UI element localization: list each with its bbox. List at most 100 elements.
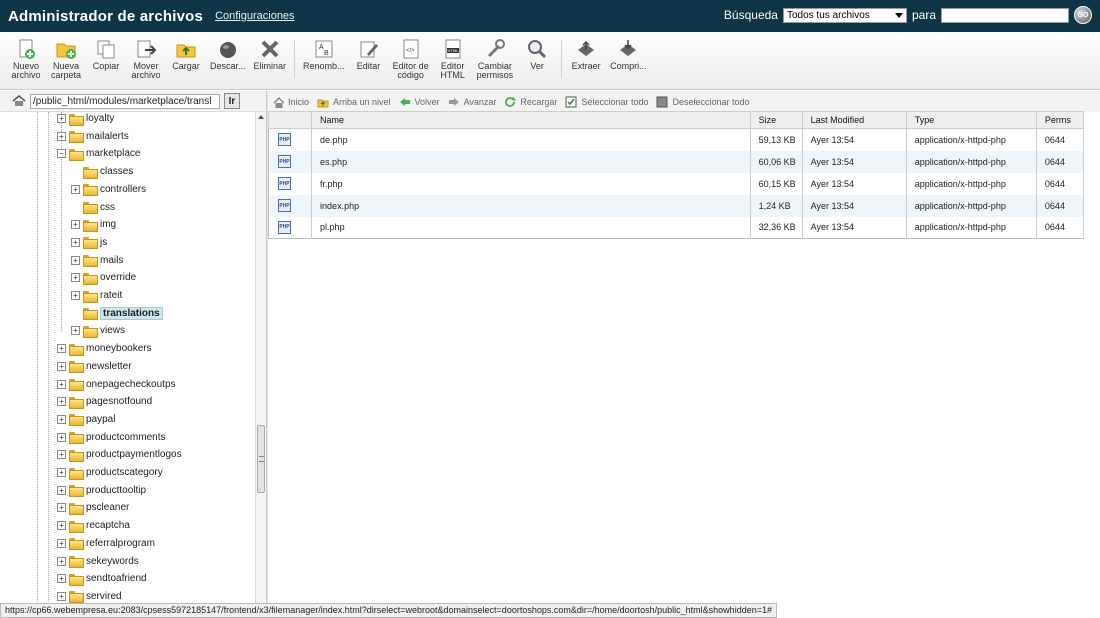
php-file-icon[interactable]: PHP [278,177,291,190]
nav-deselect-all[interactable]: Deseleccionar todo [656,96,750,108]
expand-icon[interactable]: + [57,414,66,424]
nav-home[interactable]: Inicio [272,96,309,108]
nav-forward-arrow[interactable]: Avanzar [448,96,496,108]
tree-scrollbar[interactable] [255,112,266,604]
tree-item-rateit[interactable]: + rateit [71,287,122,304]
path-input[interactable]: /public_html/modules/marketplace/transl [30,93,220,109]
toolbar-button-new-file[interactable]: Nuevo archivo [6,38,46,80]
expand-icon[interactable]: + [71,326,80,336]
column-header-size[interactable]: Size [749,111,803,129]
tree-item-producttooltip[interactable]: + producttooltip [57,482,146,499]
tree-item-productscategory[interactable]: + productscategory [57,464,163,481]
expand-icon[interactable]: + [71,184,80,194]
search-go-button[interactable]: GO [1074,6,1092,24]
tree-item-onepagecheckoutps[interactable]: + onepagecheckoutps [57,376,176,393]
expand-icon[interactable]: + [71,220,80,230]
tree-item-pscleaner[interactable]: + pscleaner [57,499,129,516]
tree-item-mails[interactable]: + mails [71,252,123,269]
tree-item-productpaymentlogos[interactable]: + productpaymentlogos [57,446,182,463]
tree-item-pagesnotfound[interactable]: + pagesnotfound [57,393,152,410]
expand-icon[interactable]: + [57,521,66,531]
nav-reload[interactable]: Recargar [504,96,557,108]
collapse-icon[interactable]: − [57,149,66,159]
tree-item-servired[interactable]: + servired [57,588,122,604]
table-row[interactable]: PHP pl.php 32,36 KB Ayer 13:54 application/x… [268,216,1085,239]
expand-icon[interactable]: + [57,574,66,584]
toolbar-button-html-editor[interactable]: HTML Editor HTML [433,38,473,80]
expand-icon[interactable]: + [57,361,66,371]
toolbar-button-compress[interactable]: Compri... [606,38,651,71]
path-go-button[interactable]: Ir [224,93,240,109]
tree-item-css[interactable]: css [71,199,115,216]
php-file-icon[interactable]: PHP [278,220,291,234]
toolbar-button-permissions[interactable]: Cambiar permisos [473,38,518,80]
expand-icon[interactable]: + [57,379,66,389]
toolbar-button-download[interactable]: Descar... [206,38,250,71]
column-header-perms[interactable]: Perms [1035,111,1085,129]
tree-item-marketplace[interactable]: − marketplace [57,145,140,162]
scrollbar-thumb[interactable] [257,425,265,493]
expand-icon[interactable]: + [57,591,66,601]
toolbar-button-extract[interactable]: Extraer [566,38,606,71]
nav-select-all[interactable]: Seleccionar todo [565,96,648,108]
tree-item-moneybookers[interactable]: + moneybookers [57,340,152,357]
tree-item-loyalty[interactable]: + loyalty [57,112,114,127]
toolbar-button-upload[interactable]: Cargar [166,38,206,71]
toolbar-button-new-folder[interactable]: Nueva carpeta [46,38,86,80]
table-row[interactable]: PHP index.php 1,24 KB Ayer 13:54 application… [268,194,1085,217]
tree-item-referralprogram[interactable]: + referralprogram [57,535,155,552]
table-row[interactable]: PHP es.php 60,06 KB Ayer 13:54 application/x… [268,150,1085,173]
tree-item-mailalerts[interactable]: + mailalerts [57,128,129,145]
tree-item-controllers[interactable]: + controllers [71,181,146,198]
toolbar-button-delete[interactable]: Eliminar [250,38,291,71]
expand-icon[interactable]: + [57,485,66,495]
toolbar-button-view[interactable]: Ver [517,38,557,71]
tree-item-views[interactable]: + views [71,322,125,339]
expand-icon[interactable]: + [57,468,66,477]
tree-item-translations[interactable]: translations [71,305,163,322]
toolbar-button-edit[interactable]: Editar [349,38,389,71]
toolbar-button-rename[interactable]: A B Renomb... [299,38,349,71]
expand-icon[interactable]: + [57,538,66,548]
search-input[interactable] [941,7,1069,23]
toolbar-button-copy[interactable]: Copiar [86,38,126,71]
scroll-up-arrow-icon[interactable] [258,115,264,119]
php-file-icon[interactable]: PHP [278,133,291,147]
expand-icon[interactable]: + [57,450,66,460]
home-directory-icon[interactable] [12,95,26,107]
column-header-type[interactable]: Type [905,111,1037,129]
nav-back-arrow[interactable]: Volver [399,96,440,108]
expand-icon[interactable]: + [57,503,66,513]
tree-item-classes[interactable]: classes [71,163,133,180]
tree-item-sendtoafriend[interactable]: + sendtoafriend [57,570,147,587]
tree-item-productcomments[interactable]: + productcomments [57,429,165,446]
expand-icon[interactable]: + [57,344,66,354]
column-header-modified[interactable]: Last Modified [801,111,907,129]
tree-item-sekeywords[interactable]: + sekeywords [57,553,139,570]
tree-item-img[interactable]: + img [71,216,116,233]
expand-icon[interactable]: + [57,556,66,566]
nav-up-level[interactable]: Arriba un nivel [317,96,391,108]
tree-item-js[interactable]: + js [71,234,107,251]
expand-icon[interactable]: + [71,273,80,283]
table-row[interactable]: PHP fr.php 60,15 KB Ayer 13:54 application/x… [268,172,1085,195]
table-row[interactable]: PHP de.php 59,13 KB Ayer 13:54 application/x… [268,128,1085,151]
expand-icon[interactable]: + [57,114,66,123]
tree-item-newsletter[interactable]: + newsletter [57,358,132,375]
toolbar-button-move[interactable]: Mover archivo [126,38,166,80]
expand-icon[interactable]: + [71,291,80,300]
tree-item-paypal[interactable]: + paypal [57,411,115,428]
php-file-icon[interactable]: PHP [278,199,291,212]
config-link[interactable]: Configuraciones [215,10,295,22]
php-file-icon[interactable]: PHP [278,155,291,168]
expand-icon[interactable]: + [57,432,66,442]
expand-icon[interactable]: + [57,397,66,407]
tree-item-recaptcha[interactable]: + recaptcha [57,517,130,534]
toolbar-button-code-editor[interactable]: </> Editor de código [389,38,433,80]
expand-icon[interactable]: + [57,131,66,141]
expand-icon[interactable]: + [71,237,80,247]
column-header-name[interactable]: Name [311,111,751,129]
search-scope-select[interactable]: Todos tus archivos [782,7,907,23]
expand-icon[interactable]: + [71,255,80,265]
tree-item-override[interactable]: + override [71,269,136,286]
